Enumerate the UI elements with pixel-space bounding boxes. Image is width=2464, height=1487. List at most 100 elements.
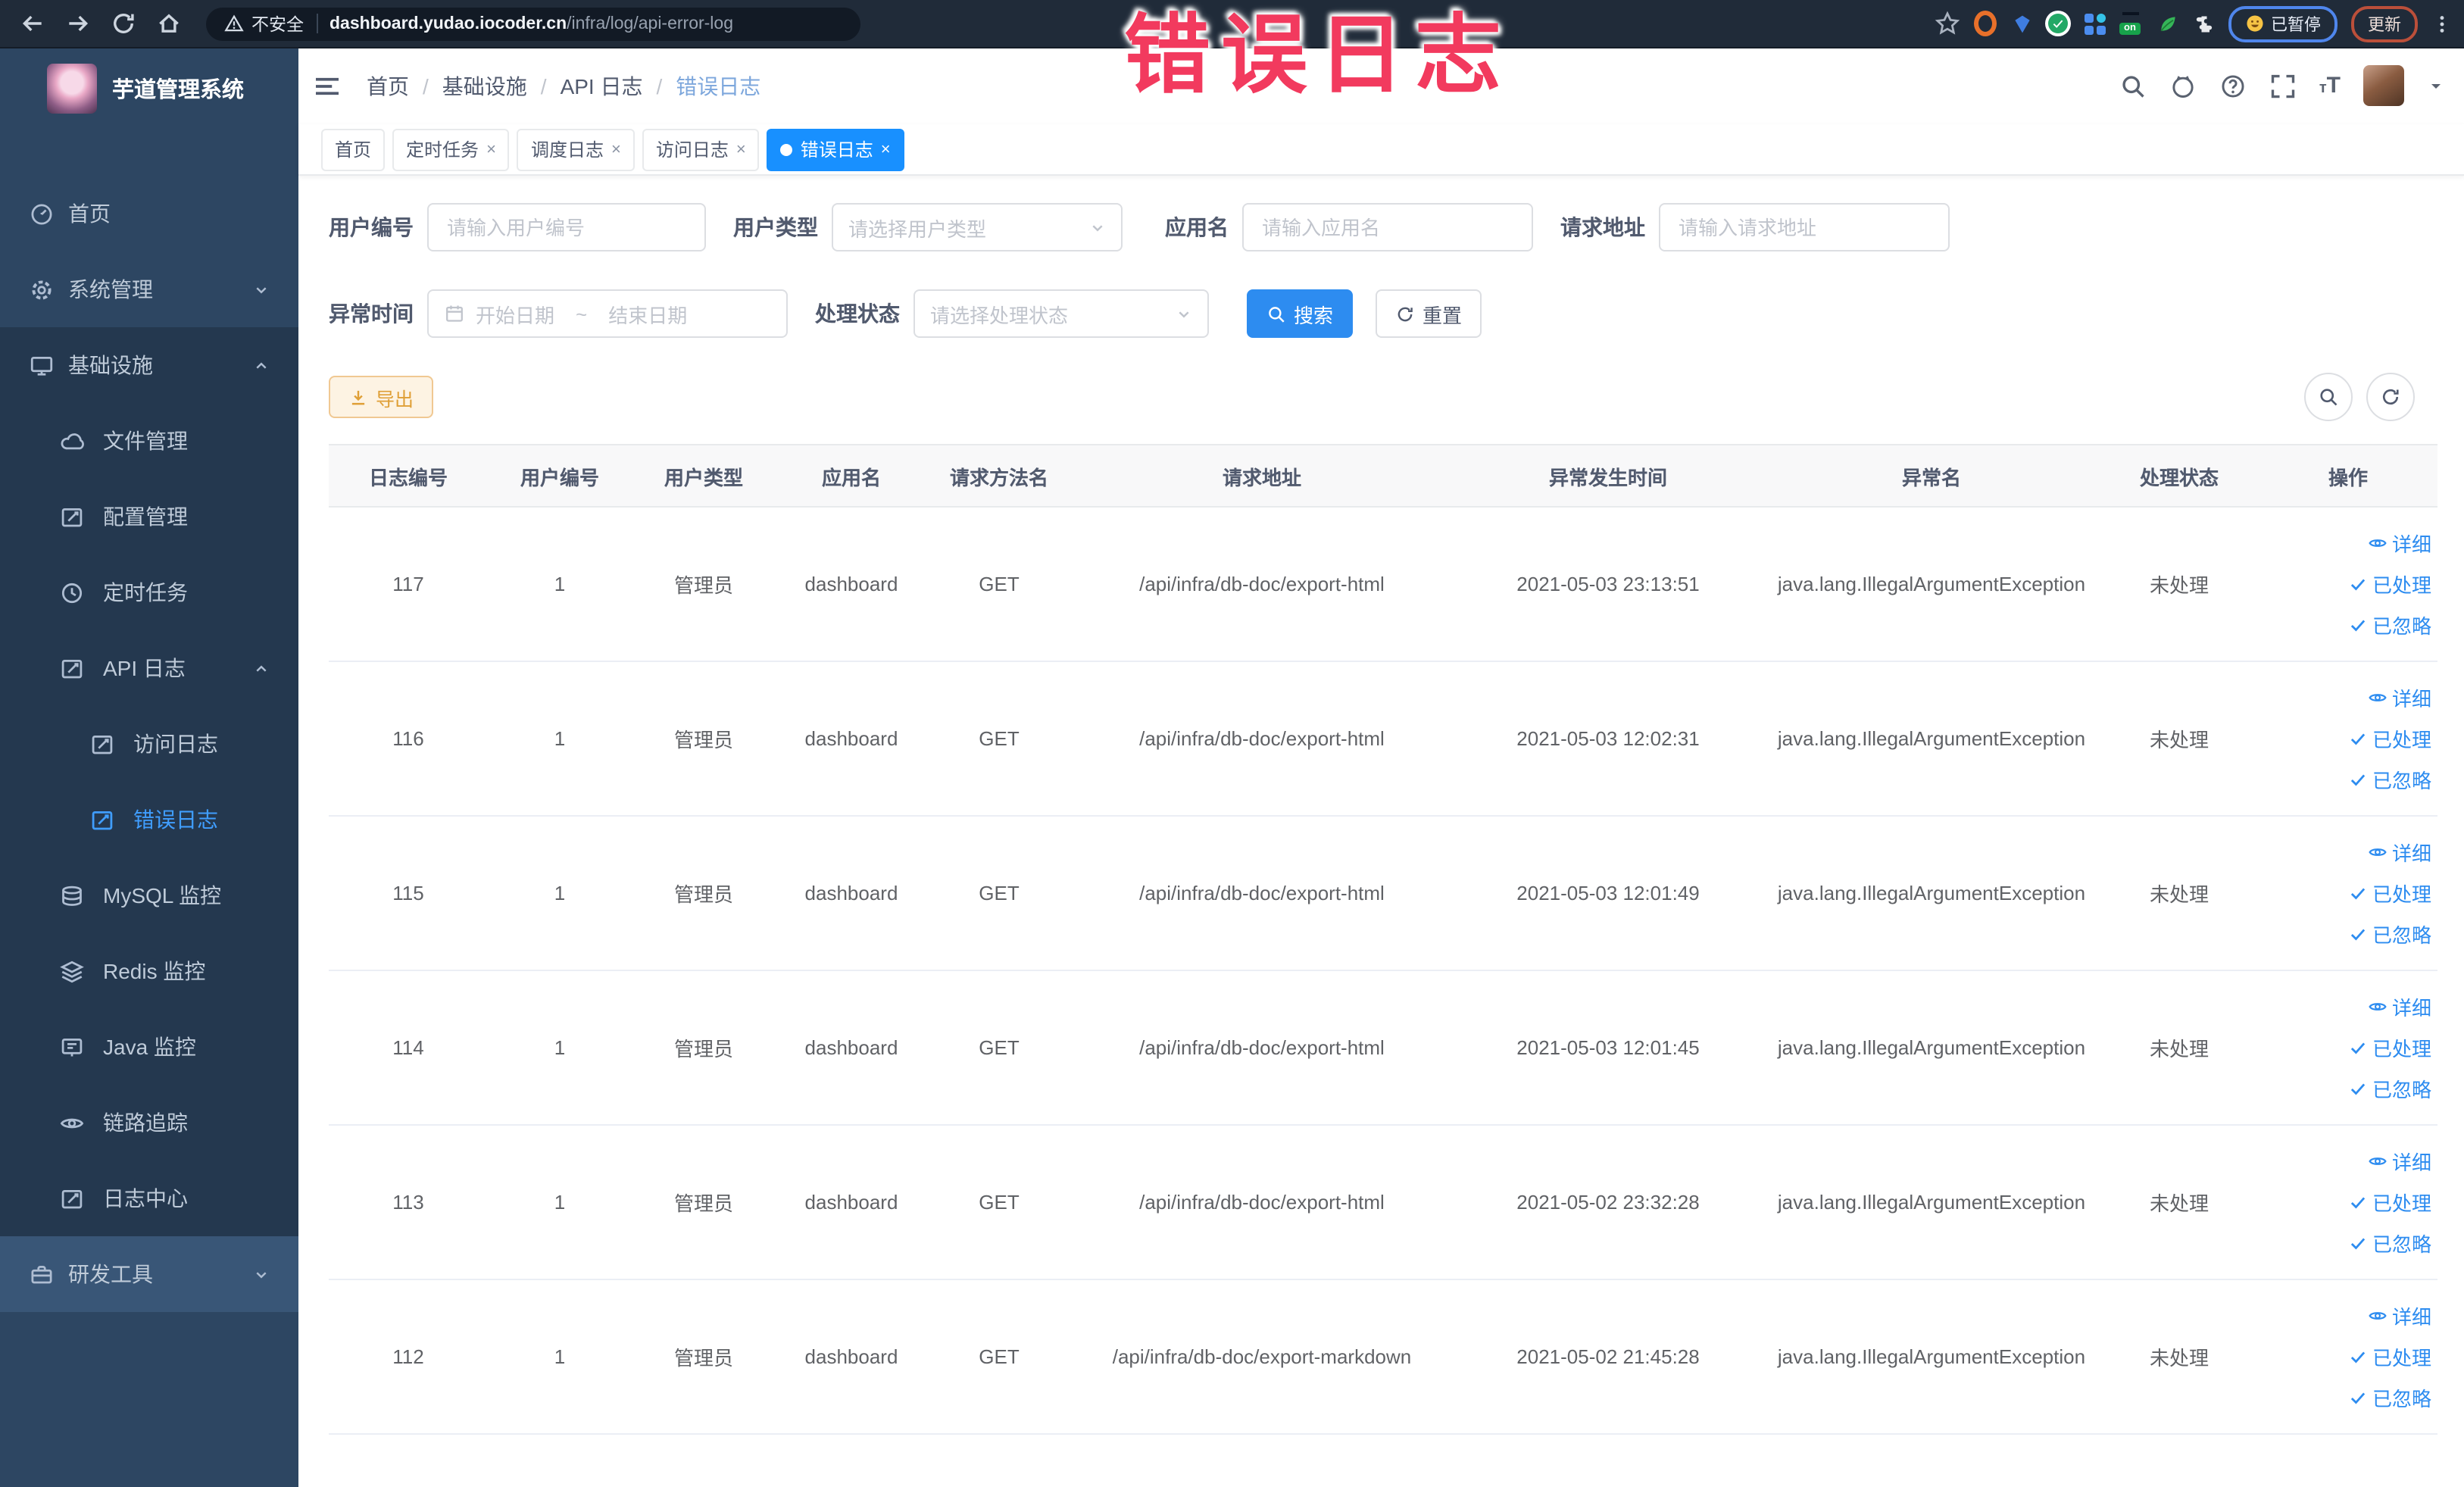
sidebar-item-error-log[interactable]: 错误日志 — [0, 782, 298, 858]
error-log-table: 日志编号 用户编号 用户类型 应用名 请求方法名 请求地址 异常发生时间 异常名… — [329, 444, 2437, 1435]
extension-grid-icon[interactable] — [2083, 12, 2106, 35]
cell-log-id: 114 — [329, 970, 488, 1126]
sidebar-item-file-mgmt[interactable]: 文件管理 — [0, 403, 298, 479]
tab-access-log[interactable]: 访问日志 × — [642, 128, 760, 170]
browser-forward-icon[interactable] — [65, 11, 91, 36]
mark-ignored-link[interactable]: 已忽略 — [2265, 604, 2431, 645]
table-header-row: 日志编号 用户编号 用户类型 应用名 请求方法名 请求地址 异常发生时间 异常名… — [329, 444, 2437, 508]
mark-ignored-link[interactable]: 已忽略 — [2265, 759, 2431, 800]
search-icon[interactable] — [2119, 72, 2147, 99]
toggle-search-button[interactable] — [2304, 373, 2353, 421]
logo-row[interactable]: 芋道管理系统 — [0, 47, 298, 129]
process-status-select[interactable]: 请选择处理状态 — [913, 289, 1209, 338]
extension-on-badge-icon[interactable]: on — [2119, 12, 2142, 35]
cell-actions: 详细 已处理 已忽略 — [2259, 816, 2437, 971]
tab-schedule-log[interactable]: 调度日志 × — [517, 128, 635, 170]
sidebar-item-java-monitor[interactable]: Java 监控 — [0, 1009, 298, 1085]
mark-ignored-link[interactable]: 已忽略 — [2265, 1223, 2431, 1264]
sidebar-item-scheduled-tasks[interactable]: 定时任务 — [0, 555, 298, 630]
detail-link[interactable]: 详细 — [2265, 1295, 2431, 1336]
bookmark-star-icon[interactable] — [1935, 11, 1960, 36]
sidebar-item-api-log[interactable]: API 日志 — [0, 630, 298, 706]
detail-link[interactable]: 详细 — [2265, 1141, 2431, 1182]
extension-orange-icon[interactable] — [1974, 11, 1997, 36]
user-type-select[interactable]: 请选择用户类型 — [832, 203, 1123, 251]
request-url-input[interactable] — [1675, 214, 1933, 240]
mark-ignored-link[interactable]: 已忽略 — [2265, 1068, 2431, 1109]
sidebar-item-access-log[interactable]: 访问日志 — [0, 706, 298, 782]
close-icon[interactable]: × — [486, 140, 496, 158]
sidebar-item-config-mgmt[interactable]: 配置管理 — [0, 479, 298, 555]
url-path[interactable]: /infra/log/api-error-log — [567, 14, 733, 33]
range-start-placeholder[interactable]: 开始日期 — [476, 299, 554, 328]
refresh-table-button[interactable] — [2366, 373, 2415, 421]
extension-green-check-icon[interactable] — [2047, 12, 2069, 35]
exception-time-range-picker[interactable]: 开始日期 ~ 结束日期 — [427, 289, 788, 338]
mark-ignored-link[interactable]: 已忽略 — [2265, 914, 2431, 954]
sidebar-item-infrastructure[interactable]: 基础设施 — [0, 327, 298, 403]
app-name-input[interactable] — [1259, 214, 1516, 240]
cell-exception-time: 2021-05-02 23:32:28 — [1453, 1125, 1763, 1280]
user-id-input[interactable] — [444, 214, 689, 240]
collapse-menu-icon[interactable] — [312, 70, 342, 101]
export-button[interactable]: 导出 — [329, 376, 434, 418]
detail-link[interactable]: 详细 — [2265, 523, 2431, 564]
user-id-field[interactable] — [427, 203, 706, 251]
paused-pill-button[interactable]: 已暂停 — [2228, 5, 2338, 42]
address-bar[interactable]: 不安全 dashboard.yudao.iocoder.cn/infra/log… — [206, 7, 860, 40]
screen: 不安全 dashboard.yudao.iocoder.cn/infra/log… — [0, 0, 2464, 1487]
sidebar-item-system-mgmt[interactable]: 系统管理 — [0, 251, 298, 327]
close-icon[interactable]: × — [881, 140, 891, 158]
sidebar-item-redis-monitor[interactable]: Redis 监控 — [0, 933, 298, 1009]
sidebar-item-home[interactable]: 首页 — [0, 176, 298, 251]
security-label[interactable]: 不安全 — [251, 11, 304, 36]
breadcrumb-home[interactable]: 首页 — [367, 70, 409, 101]
browser-reload-icon[interactable] — [111, 11, 136, 36]
sidebar-item-tracing[interactable]: 链路追踪 — [0, 1085, 298, 1161]
help-icon[interactable] — [2219, 72, 2247, 99]
github-icon[interactable] — [2169, 72, 2197, 99]
tab-error-log[interactable]: 错误日志 × — [767, 128, 904, 170]
fullscreen-icon[interactable] — [2269, 72, 2297, 99]
request-url-field[interactable] — [1659, 203, 1950, 251]
extension-leaf-icon[interactable] — [2156, 12, 2178, 35]
close-icon[interactable]: × — [736, 140, 746, 158]
database-icon — [59, 883, 85, 908]
mark-processed-link[interactable]: 已处理 — [2265, 718, 2431, 759]
sidebar-item-mysql-monitor[interactable]: MySQL 监控 — [0, 858, 298, 933]
font-size-icon[interactable]: тT — [2319, 74, 2341, 97]
tab-scheduled-tasks[interactable]: 定时任务 × — [392, 128, 510, 170]
sidebar-item-log-center[interactable]: 日志中心 — [0, 1161, 298, 1236]
mark-processed-link[interactable]: 已处理 — [2265, 564, 2431, 604]
extension-shield-icon[interactable] — [2010, 12, 2033, 35]
browser-home-icon[interactable] — [156, 11, 182, 36]
mark-processed-link[interactable]: 已处理 — [2265, 873, 2431, 914]
close-icon[interactable]: × — [611, 140, 621, 158]
filter-row-1: 用户编号 用户类型 请选择用户类型 应用名 请求地址 — [329, 203, 2442, 251]
browser-back-icon[interactable] — [20, 11, 45, 36]
mark-ignored-link[interactable]: 已忽略 — [2265, 1377, 2431, 1418]
detail-link[interactable]: 详细 — [2265, 986, 2431, 1027]
sidebar-item-dev-tools[interactable]: 研发工具 — [0, 1236, 298, 1312]
update-pill-button[interactable]: 更新 — [2351, 5, 2418, 42]
breadcrumb-infrastructure[interactable]: 基础设施 — [442, 70, 527, 101]
url-host[interactable]: dashboard.yudao.iocoder.cn — [329, 14, 567, 33]
cell-exception-name: java.lang.IllegalArgumentException — [1763, 970, 2100, 1126]
breadcrumb-api-log[interactable]: API 日志 — [561, 70, 643, 101]
mark-processed-link[interactable]: 已处理 — [2265, 1336, 2431, 1377]
mark-processed-link[interactable]: 已处理 — [2265, 1182, 2431, 1223]
caret-down-icon[interactable] — [2427, 77, 2445, 95]
browser-menu-icon[interactable] — [2431, 13, 2453, 34]
mark-processed-link[interactable]: 已处理 — [2265, 1027, 2431, 1068]
app-name-field[interactable] — [1242, 203, 1533, 251]
search-button[interactable]: 搜索 — [1247, 289, 1354, 338]
cell-method: GET — [927, 507, 1071, 662]
cell-user-type: 管理员 — [632, 816, 776, 971]
range-end-placeholder[interactable]: 结束日期 — [608, 299, 687, 328]
detail-link[interactable]: 详细 — [2265, 677, 2431, 718]
avatar[interactable] — [2363, 65, 2404, 106]
tab-home[interactable]: 首页 — [321, 128, 386, 170]
reset-button[interactable]: 重置 — [1376, 289, 1482, 338]
detail-link[interactable]: 详细 — [2265, 832, 2431, 873]
extensions-puzzle-icon[interactable] — [2192, 12, 2215, 35]
